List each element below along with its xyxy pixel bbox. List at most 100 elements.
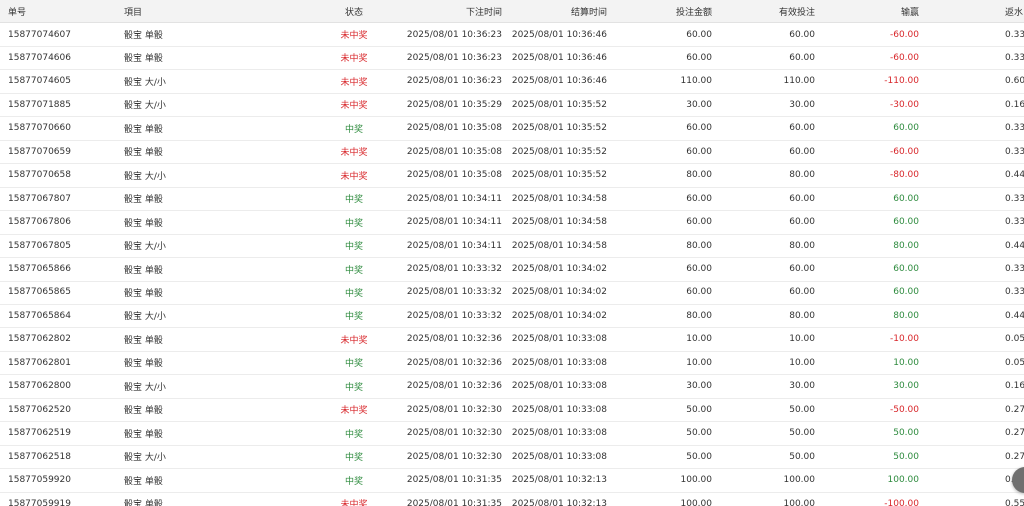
- cell-status: 中奖: [344, 265, 363, 276]
- cell-rebate: 0.33: [1005, 52, 1024, 63]
- cell-id: 15877067806: [8, 217, 71, 228]
- cell-settle-time: 2025/08/01 10:34:58: [511, 240, 607, 251]
- cell-valid-bet: 100.00: [783, 498, 816, 506]
- table-row[interactable]: 15877065865 骰宝 单骰 中奖 2025/08/01 10:33:32 202…: [0, 281, 1024, 305]
- header-status[interactable]: 状态: [324, 0, 384, 22]
- cell-win-loss: -110.00: [884, 76, 919, 87]
- cell-status: 未中奖: [340, 54, 368, 65]
- cell-amount: 60.00: [686, 193, 712, 204]
- cell-status: 未中奖: [340, 500, 368, 506]
- cell-item: 骰宝 大/小: [124, 453, 166, 464]
- table-row[interactable]: 15877074606 骰宝 单骰 未中奖 2025/08/01 10:36:23 20…: [0, 46, 1024, 71]
- header-valid-bet[interactable]: 有效投注: [734, 0, 815, 22]
- table-row[interactable]: 15877070658 骰宝 大/小 未中奖 2025/08/01 10:35:08 2…: [0, 164, 1024, 188]
- table-row[interactable]: 15877067807 骰宝 单骰 中奖 2025/08/01 10:34:11 202…: [0, 187, 1024, 212]
- table-row[interactable]: 15877062519 骰宝 单骰 中奖 2025/08/01 10:32:30 202…: [0, 422, 1024, 446]
- cell-bet-time: 2025/08/01 10:32:30: [406, 428, 502, 439]
- table-row[interactable]: 15877062801 骰宝 单骰 中奖 2025/08/01 10:32:36 202…: [0, 351, 1024, 376]
- cell-settle-time: 2025/08/01 10:34:02: [511, 264, 607, 274]
- cell-settle-time: 2025/08/01 10:35:52: [511, 99, 607, 110]
- cell-item: 骰宝 单骰: [124, 476, 163, 487]
- cell-id: 15877070660: [8, 123, 71, 134]
- table-row[interactable]: 15877059920 骰宝 单骰 中奖 2025/08/01 10:31:35 202…: [0, 469, 1024, 493]
- header-amount[interactable]: 投注金额: [632, 0, 712, 22]
- cell-valid-bet: 80.00: [789, 310, 815, 321]
- table-row[interactable]: 15877074605 骰宝 大/小 未中奖 2025/08/01 10:36:23 2…: [0, 70, 1024, 94]
- cell-settle-time: 2025/08/01 10:34:58: [511, 193, 607, 204]
- table-row[interactable]: 15877070660 骰宝 单骰 中奖 2025/08/01 10:35:08 202…: [0, 117, 1024, 141]
- cell-settle-time: 2025/08/01 10:35:52: [511, 170, 607, 181]
- cell-settle-time: 2025/08/01 10:32:13: [511, 498, 607, 506]
- header-rebate[interactable]: 返水: [1005, 0, 1023, 22]
- table-row[interactable]: 15877062802 骰宝 单骰 未中奖 2025/08/01 10:32:36 20…: [0, 328, 1024, 352]
- cell-settle-time: 2025/08/01 10:36:46: [511, 29, 607, 40]
- cell-item: 骰宝 单骰: [124, 265, 163, 276]
- table-row[interactable]: 15877067806 骰宝 单骰 中奖 2025/08/01 10:34:11 202…: [0, 211, 1024, 235]
- cell-settle-time: 2025/08/01 10:36:46: [511, 52, 607, 63]
- cell-amount: 100.00: [680, 498, 713, 506]
- cell-rebate: 0.33: [1005, 287, 1024, 298]
- cell-valid-bet: 50.00: [789, 404, 815, 415]
- table-row[interactable]: 15877062518 骰宝 大/小 中奖 2025/08/01 10:32:30 20…: [0, 445, 1024, 470]
- header-item[interactable]: 項目: [124, 0, 142, 22]
- cell-valid-bet: 60.00: [789, 123, 815, 134]
- table-row[interactable]: 15877071885 骰宝 大/小 未中奖 2025/08/01 10:35:29 2…: [0, 93, 1024, 118]
- table-row[interactable]: 15877065866 骰宝 单骰 中奖 2025/08/01 10:33:32 202…: [0, 258, 1024, 282]
- cell-win-loss: -60.00: [889, 52, 919, 63]
- cell-id: 15877062520: [8, 404, 71, 415]
- table-row[interactable]: 15877062800 骰宝 大/小 中奖 2025/08/01 10:32:36 20…: [0, 375, 1024, 399]
- cell-settle-time: 2025/08/01 10:33:08: [511, 404, 607, 415]
- cell-amount: 10.00: [686, 357, 712, 368]
- cell-status: 中奖: [344, 288, 363, 299]
- cell-id: 15877062802: [8, 334, 71, 345]
- cell-valid-bet: 60.00: [789, 193, 815, 204]
- cell-item: 骰宝 单骰: [124, 124, 163, 135]
- header-id[interactable]: 单号: [8, 0, 26, 22]
- header-bet-time[interactable]: 下注时间: [402, 0, 502, 22]
- table-row[interactable]: 15877074607 骰宝 单骰 未中奖 2025/08/01 10:36:23 20…: [0, 23, 1024, 47]
- table-row[interactable]: 15877065864 骰宝 大/小 中奖 2025/08/01 10:33:32 20…: [0, 304, 1024, 329]
- cell-status: 未中奖: [340, 406, 368, 417]
- cell-win-loss: 50.00: [893, 451, 919, 462]
- cell-rebate: 0.05: [1005, 357, 1024, 368]
- cell-status: 中奖: [344, 195, 363, 206]
- cell-settle-time: 2025/08/01 10:33:08: [511, 357, 607, 368]
- cell-rebate: 0.16: [1005, 99, 1024, 110]
- cell-amount: 100.00: [680, 475, 713, 486]
- cell-win-loss: -60.00: [889, 146, 919, 157]
- cell-id: 15877074607: [8, 29, 71, 40]
- cell-status: 中奖: [344, 429, 363, 440]
- cell-item: 骰宝 单骰: [124, 54, 163, 65]
- table-row[interactable]: 15877070659 骰宝 单骰 未中奖 2025/08/01 10:35:08 20…: [0, 140, 1024, 165]
- cell-bet-time: 2025/08/01 10:35:29: [406, 99, 502, 110]
- cell-valid-bet: 60.00: [789, 287, 815, 298]
- cell-rebate: 0.44: [1005, 170, 1024, 181]
- cell-item: 骰宝 大/小: [124, 312, 166, 323]
- cell-amount: 60.00: [686, 123, 712, 134]
- cell-win-loss: 30.00: [893, 381, 919, 392]
- header-win-loss[interactable]: 输赢: [838, 0, 919, 22]
- table-row[interactable]: 15877067805 骰宝 大/小 中奖 2025/08/01 10:34:11 20…: [0, 234, 1024, 259]
- cell-amount: 50.00: [686, 404, 712, 415]
- cell-amount: 50.00: [686, 428, 712, 439]
- cell-rebate: 0.33: [1005, 123, 1024, 134]
- cell-settle-time: 2025/08/01 10:35:52: [511, 146, 607, 157]
- cell-bet-time: 2025/08/01 10:33:32: [406, 310, 502, 321]
- cell-settle-time: 2025/08/01 10:33:08: [511, 428, 607, 439]
- bet-records-table: 单号 項目 状态 下注时间 结算时间 投注金额 有效投注 输赢 返水 15877…: [0, 0, 1024, 506]
- cell-rebate: 0.60: [1005, 76, 1024, 87]
- table-row[interactable]: 15877062520 骰宝 单骰 未中奖 2025/08/01 10:32:30 20…: [0, 398, 1024, 423]
- cell-win-loss: -60.00: [889, 29, 919, 40]
- cell-rebate: 0.44: [1005, 310, 1024, 321]
- cell-status: 中奖: [344, 453, 363, 464]
- cell-bet-time: 2025/08/01 10:35:08: [406, 170, 502, 181]
- cell-id: 15877070659: [8, 146, 71, 157]
- table-row[interactable]: 15877059919 骰宝 单骰 未中奖 2025/08/01 10:31:35 20…: [0, 492, 1024, 506]
- cell-item: 骰宝 单骰: [124, 148, 163, 159]
- cell-id: 15877065865: [8, 287, 71, 298]
- cell-win-loss: -50.00: [889, 404, 919, 415]
- cell-win-loss: -80.00: [889, 170, 919, 181]
- header-settle-time[interactable]: 结算时间: [512, 0, 607, 22]
- cell-valid-bet: 30.00: [789, 381, 815, 392]
- cell-id: 15877065864: [8, 310, 71, 321]
